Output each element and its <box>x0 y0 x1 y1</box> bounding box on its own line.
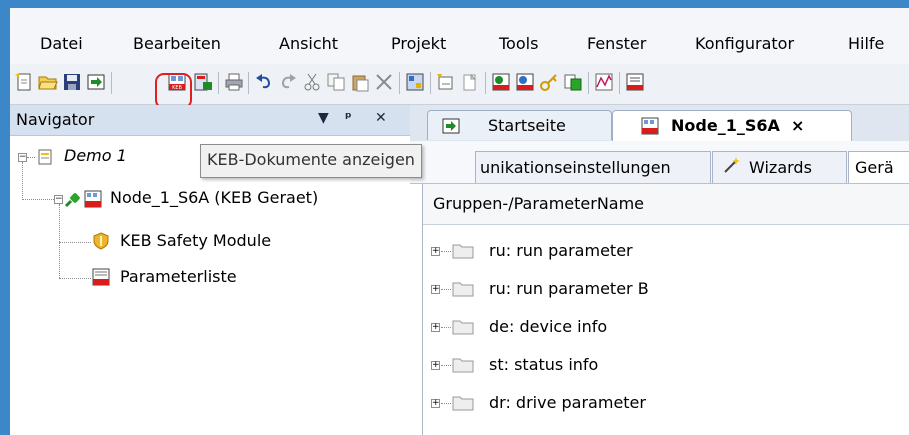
tree-item-device[interactable]: Node_1_S6A (KEB Geraet) <box>110 188 318 207</box>
highlight-circle <box>155 73 192 109</box>
navigator-header: Navigator ▼ ᵖ ✕ <box>10 105 410 136</box>
menu-fenster[interactable]: Fenster <box>587 34 646 54</box>
tooltip: KEB-Dokumente anzeigen <box>200 144 422 178</box>
menu-ansicht[interactable]: Ansicht <box>279 34 338 54</box>
folder-icon <box>452 395 474 411</box>
safety-shield-icon <box>92 232 110 250</box>
chevron-down-icon[interactable]: ▼ <box>318 110 329 126</box>
keb-offline-icon[interactable] <box>515 72 535 92</box>
menu-bar: Datei Bearbeiten Ansicht Projekt Tools F… <box>10 8 909 64</box>
new-project-icon[interactable] <box>14 72 34 92</box>
subtab-label: unikationseinstellungen <box>480 158 671 177</box>
table-row[interactable]: + ru: run parameter <box>423 232 909 270</box>
row-label: st: status info <box>489 355 599 374</box>
key-icon[interactable] <box>539 72 559 92</box>
row-label: ru: run parameter <box>489 241 633 260</box>
table-row[interactable]: + dr: drive parameter <box>423 384 909 422</box>
row-label: de: device info <box>489 317 608 336</box>
folder-icon <box>452 243 474 259</box>
table-row[interactable]: + ru: run parameter B <box>423 270 909 308</box>
folder-icon <box>452 319 474 335</box>
menu-tools[interactable]: Tools <box>499 34 538 54</box>
tab-label: Node_1_S6A <box>671 116 780 135</box>
wand-icon <box>723 156 741 178</box>
export-icon[interactable] <box>193 72 213 92</box>
close-icon[interactable]: × <box>791 116 804 135</box>
delete-icon[interactable] <box>374 72 394 92</box>
project-icon <box>36 148 54 166</box>
folder-icon <box>452 357 474 373</box>
menu-hilfe[interactable]: Hilfe <box>848 34 884 54</box>
expand-icon[interactable]: + <box>431 285 440 294</box>
parameter-grid: Gruppen-/ParameterName + ru: run paramet… <box>410 184 909 435</box>
tab-kommunikationseinstellungen[interactable]: unikationseinstellungen <box>475 151 711 183</box>
save-icon[interactable] <box>62 72 82 92</box>
column-header[interactable]: Gruppen-/ParameterName <box>423 184 909 225</box>
tab-startseite[interactable]: Startseite <box>427 110 612 140</box>
table-row[interactable]: + de: device info <box>423 308 909 346</box>
tree-collapse-icon[interactable]: − <box>18 153 27 162</box>
toolbar-separator <box>430 72 431 94</box>
expand-icon[interactable]: + <box>431 361 440 370</box>
navigator-title: Navigator <box>16 110 95 129</box>
undo-icon[interactable] <box>254 72 274 92</box>
toolbar: KEB <box>10 64 909 105</box>
cut-icon[interactable] <box>302 72 322 92</box>
keb-online-icon[interactable] <box>491 72 511 92</box>
keb-device-icon <box>641 117 659 135</box>
folder-icon <box>452 281 474 297</box>
open-folder-icon[interactable] <box>38 72 58 92</box>
document-tabbar: Startseite Node_1_S6A × <box>410 105 909 142</box>
redo-icon[interactable] <box>278 72 298 92</box>
row-label: dr: drive parameter <box>489 393 646 412</box>
pin-icon[interactable]: ᵖ <box>345 110 352 126</box>
tab-label: Startseite <box>488 116 566 135</box>
toolbar-separator <box>588 72 589 94</box>
tree-item-parameterliste[interactable]: Parameterliste <box>120 267 237 286</box>
paste-icon[interactable] <box>350 72 370 92</box>
menu-datei[interactable]: Datei <box>40 34 83 54</box>
print-icon[interactable] <box>224 72 244 92</box>
add-node-icon[interactable] <box>436 72 456 92</box>
toolbar-separator <box>399 72 400 94</box>
toolbar-separator <box>248 72 249 94</box>
expand-icon[interactable]: + <box>431 323 440 332</box>
column-header-label: Gruppen-/ParameterName <box>433 194 645 213</box>
toolbar-separator <box>619 72 620 94</box>
subtab-label: Wizards <box>749 158 812 177</box>
close-icon[interactable]: ✕ <box>375 110 387 126</box>
tab-wizards[interactable]: Wizards <box>712 151 847 183</box>
subtab-label: Gerä <box>855 158 894 177</box>
tab-node-1-s6a[interactable]: Node_1_S6A × <box>612 110 852 142</box>
navigator-tree: − Demo 1 − Node_1_S6A (KEB Geraet) KEB S… <box>10 136 411 435</box>
compare-icon[interactable] <box>563 72 583 92</box>
menu-bearbeiten[interactable]: Bearbeiten <box>133 34 221 54</box>
start-page-icon <box>442 117 460 135</box>
device-scan-icon[interactable] <box>405 72 425 92</box>
expand-icon[interactable]: + <box>431 247 440 256</box>
scope-icon[interactable] <box>594 72 614 92</box>
copy-icon[interactable] <box>326 72 346 92</box>
window-frame-top <box>0 0 909 8</box>
toolbar-separator <box>485 72 486 94</box>
window-frame-left <box>0 0 10 435</box>
tree-item-safety-module[interactable]: KEB Safety Module <box>120 231 271 250</box>
keb-device-icon <box>84 190 102 208</box>
parameter-icon[interactable] <box>625 72 645 92</box>
menu-konfigurator[interactable]: Konfigurator <box>695 34 794 54</box>
toolbar-separator <box>218 72 219 94</box>
new-file-icon[interactable] <box>460 72 480 92</box>
tree-item-project[interactable]: Demo 1 <box>64 146 127 165</box>
table-row[interactable]: + st: status info <box>423 346 909 384</box>
menu-projekt[interactable]: Projekt <box>391 34 446 54</box>
subtab-bar: unikationseinstellungen Wizards Gerä <box>410 141 909 184</box>
tab-geraet[interactable]: Gerä <box>848 151 909 183</box>
toolbar-separator <box>111 72 112 94</box>
tree-collapse-icon[interactable]: − <box>54 195 63 204</box>
expand-icon[interactable]: + <box>431 399 440 408</box>
plug-icon <box>64 190 82 208</box>
import-icon[interactable] <box>86 72 106 92</box>
row-label: ru: run parameter B <box>489 279 649 298</box>
parameter-list-icon <box>92 268 110 286</box>
